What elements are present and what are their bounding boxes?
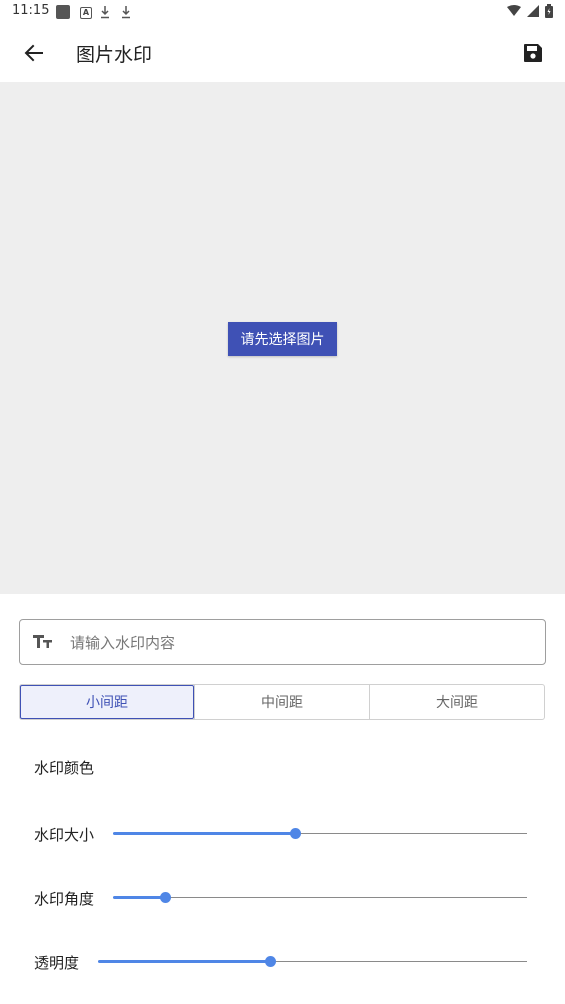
watermark-angle-slider[interactable] <box>113 891 527 905</box>
download-icon <box>100 5 110 19</box>
spacing-toggle-group: 小间距 中间距 大间距 <box>19 684 545 720</box>
select-image-button[interactable]: 请先选择图片 <box>228 322 337 356</box>
watermark-text-field[interactable] <box>19 619 546 666</box>
app-bar: 图片水印 <box>0 24 565 82</box>
save-icon[interactable] <box>521 41 545 65</box>
signal-icon <box>527 5 539 17</box>
watermark-size-slider[interactable] <box>113 827 527 841</box>
text-size-icon <box>32 630 54 652</box>
slider-fill <box>113 896 165 899</box>
status-bar: 11:15 A <box>0 0 565 24</box>
battery-icon <box>545 4 553 18</box>
slider-thumb[interactable] <box>264 956 276 967</box>
image-preview-area: 请先选择图片 <box>0 82 565 594</box>
notification-square-icon <box>56 5 70 19</box>
back-arrow-icon[interactable] <box>22 41 46 65</box>
wifi-icon <box>507 5 521 17</box>
slider-thumb[interactable] <box>159 892 171 903</box>
watermark-input[interactable] <box>68 620 532 666</box>
slider-thumb[interactable] <box>290 828 302 839</box>
download-icon <box>121 5 131 19</box>
spacing-small-option[interactable]: 小间距 <box>20 685 194 719</box>
opacity-label: 透明度 <box>34 954 80 972</box>
a-icon: A <box>80 7 92 19</box>
page-title: 图片水印 <box>76 44 153 66</box>
watermark-color-label[interactable]: 水印颜色 <box>34 757 94 778</box>
spacing-medium-option[interactable]: 中间距 <box>194 685 369 719</box>
spacing-large-option[interactable]: 大间距 <box>369 685 544 719</box>
status-time: 11:15 <box>12 3 50 18</box>
system-status-icons <box>507 4 553 18</box>
slider-fill <box>113 832 296 835</box>
slider-track <box>113 897 527 898</box>
watermark-angle-label: 水印角度 <box>34 890 95 908</box>
opacity-slider[interactable] <box>98 955 527 969</box>
slider-fill <box>98 960 270 963</box>
watermark-size-label: 水印大小 <box>34 826 95 844</box>
